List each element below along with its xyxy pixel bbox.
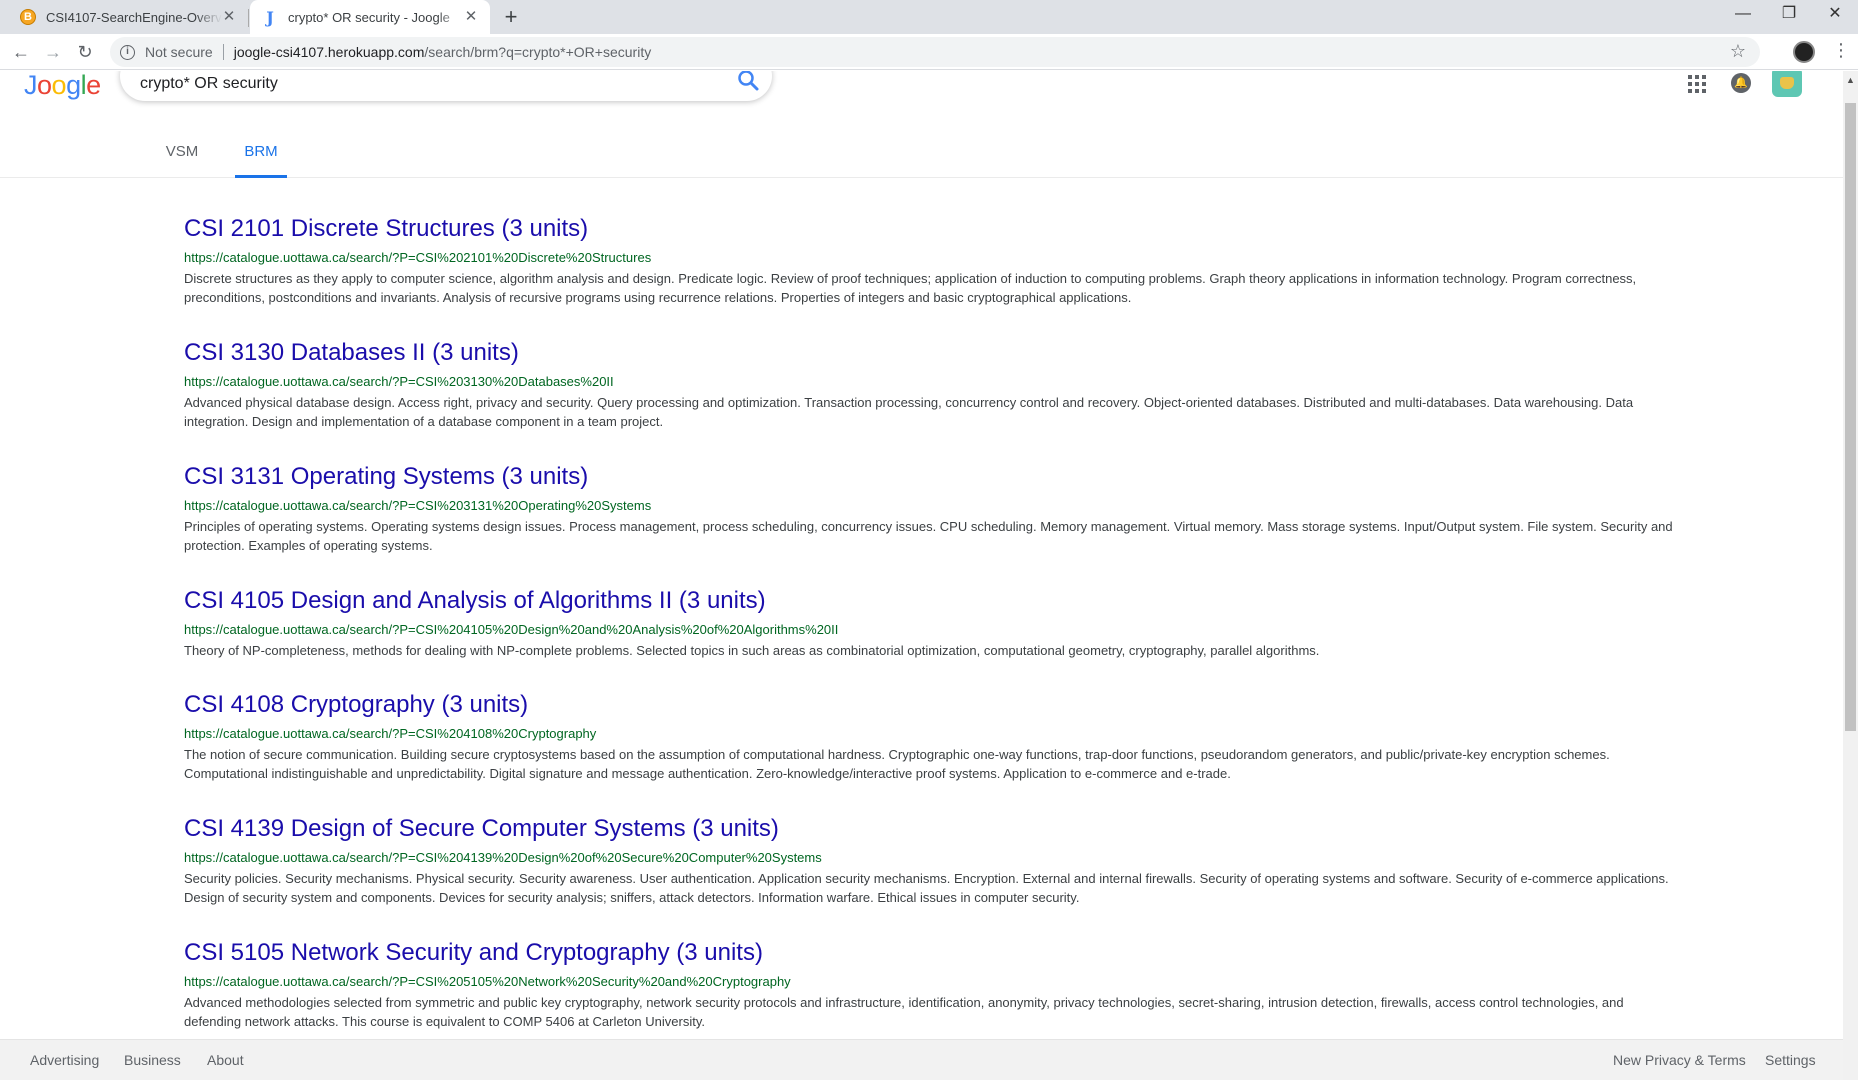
result-url: https://catalogue.uottawa.ca/search/?P=C… xyxy=(184,622,839,637)
scrollbar-thumb[interactable] xyxy=(1845,103,1856,731)
result-title-link[interactable]: CSI 2101 Discrete Structures (3 units) xyxy=(184,214,1684,244)
tab-divider xyxy=(248,9,249,27)
result-item: CSI 4108 Cryptography (3 units) https://… xyxy=(184,690,1684,814)
tab-title: CSI4107-SearchEngine-Overview xyxy=(46,9,222,25)
address-bar[interactable]: i Not secure joogle-csi4107.herokuapp.co… xyxy=(110,37,1760,67)
bookmark-star-icon[interactable]: ☆ xyxy=(1730,41,1746,62)
browser-toolbar: ← → ↻ i Not secure joogle-csi4107.heroku… xyxy=(0,34,1858,70)
browser-tabstrip: B CSI4107-SearchEngine-Overview ✕ J cryp… xyxy=(0,0,1858,34)
result-description: Principles of operating systems. Operati… xyxy=(184,519,1673,553)
page-scrollbar[interactable]: ▲ xyxy=(1843,71,1858,1080)
result-url: https://catalogue.uottawa.ca/search/?P=C… xyxy=(184,850,822,865)
result-item: CSI 3131 Operating Systems (3 units) htt… xyxy=(184,462,1684,586)
back-icon[interactable]: ← xyxy=(9,40,33,64)
security-label: Not secure xyxy=(145,44,213,60)
result-url: https://catalogue.uottawa.ca/search/?P=C… xyxy=(184,498,652,513)
result-item: CSI 2101 Discrete Structures (3 units) h… xyxy=(184,214,1684,338)
footer-privacy-terms-link[interactable]: New Privacy & Terms xyxy=(1613,1052,1746,1068)
result-description: Advanced physical database design. Acces… xyxy=(184,395,1634,429)
search-box xyxy=(120,71,772,101)
logo-letter: g xyxy=(66,71,81,100)
restore-button[interactable]: ❐ xyxy=(1766,0,1812,30)
result-description: Discrete structures as they apply to com… xyxy=(184,271,1637,305)
minimize-button[interactable]: — xyxy=(1720,0,1766,30)
result-title-link[interactable]: CSI 4108 Cryptography (3 units) xyxy=(184,690,1684,720)
b-icon: B xyxy=(20,9,36,25)
result-url: https://catalogue.uottawa.ca/search/?P=C… xyxy=(184,726,597,741)
result-title-link[interactable]: CSI 3130 Databases II (3 units) xyxy=(184,338,1684,368)
result-title-link[interactable]: CSI 3131 Operating Systems (3 units) xyxy=(184,462,1684,492)
joogle-logo[interactable]: Joogle xyxy=(24,71,101,101)
result-url: https://catalogue.uottawa.ca/search/?P=C… xyxy=(184,974,791,989)
result-description: The notion of secure communication. Buil… xyxy=(184,747,1610,781)
menu-kebab-icon[interactable]: ⋮ xyxy=(1832,40,1850,61)
tab-title: crypto* OR security - Joogle xyxy=(288,9,450,25)
browser-tab-joogle[interactable]: J crypto* OR security - Joogle ✕ xyxy=(250,0,490,34)
close-icon[interactable]: ✕ xyxy=(462,8,480,26)
scroll-up-arrow-icon[interactable]: ▲ xyxy=(1846,75,1855,85)
tab-brm[interactable]: BRM xyxy=(235,136,287,178)
close-window-button[interactable]: ✕ xyxy=(1812,0,1858,30)
page-footer: Advertising Business About New Privacy &… xyxy=(0,1039,1843,1080)
page: Joogle 🔔 VSM BRM CSI 2101 Discrete Struc… xyxy=(0,71,1843,1080)
result-description: Security policies. Security mechanisms. … xyxy=(184,871,1669,905)
footer-settings-link[interactable]: Settings xyxy=(1765,1052,1816,1068)
logo-letter: o xyxy=(51,71,67,100)
new-tab-button[interactable]: + xyxy=(498,4,524,30)
result-item: CSI 4105 Design and Analysis of Algorith… xyxy=(184,586,1684,690)
result-item: CSI 3130 Databases II (3 units) https://… xyxy=(184,338,1684,462)
divider xyxy=(222,44,224,60)
result-title-link[interactable]: CSI 4139 Design of Secure Computer Syste… xyxy=(184,814,1684,844)
user-avatar[interactable] xyxy=(1772,71,1802,97)
info-icon[interactable]: i xyxy=(120,44,135,60)
result-url: https://catalogue.uottawa.ca/search/?P=C… xyxy=(184,250,652,265)
close-icon[interactable]: ✕ xyxy=(220,8,238,26)
result-url: https://catalogue.uottawa.ca/search/?P=C… xyxy=(184,374,614,389)
search-icon[interactable] xyxy=(736,71,760,92)
browser-tab-overview[interactable]: B CSI4107-SearchEngine-Overview ✕ xyxy=(8,0,248,34)
forward-icon[interactable]: → xyxy=(41,40,65,64)
reload-icon[interactable]: ↻ xyxy=(73,40,97,64)
footer-business-link[interactable]: Business xyxy=(124,1052,181,1068)
logo-letter: J xyxy=(24,71,38,100)
results-list: CSI 2101 Discrete Structures (3 units) h… xyxy=(184,214,1684,1062)
result-description: Advanced methodologies selected from sym… xyxy=(184,995,1624,1029)
url-path: /search/brm?q=crypto*+OR+security xyxy=(424,44,652,60)
notifications-bell-icon[interactable]: 🔔 xyxy=(1731,73,1751,93)
logo-letter: o xyxy=(37,71,52,100)
search-input[interactable] xyxy=(140,75,700,93)
result-description: Theory of NP-completeness, methods for d… xyxy=(184,643,1320,658)
j-icon: J xyxy=(266,7,274,27)
result-title-link[interactable]: CSI 4105 Design and Analysis of Algorith… xyxy=(184,586,1684,616)
result-item: CSI 4139 Design of Secure Computer Syste… xyxy=(184,814,1684,938)
tab-vsm[interactable]: VSM xyxy=(160,136,204,178)
footer-advertising-link[interactable]: Advertising xyxy=(30,1052,99,1068)
footer-about-link[interactable]: About xyxy=(207,1052,244,1068)
logo-letter: e xyxy=(86,71,101,100)
apps-grid-icon[interactable] xyxy=(1688,75,1706,93)
profile-avatar[interactable] xyxy=(1793,41,1815,63)
result-title-link[interactable]: CSI 5105 Network Security and Cryptograp… xyxy=(184,938,1684,968)
model-tabs: VSM BRM xyxy=(0,136,1843,178)
url-host: joogle-csi4107.herokuapp.com xyxy=(233,44,425,60)
